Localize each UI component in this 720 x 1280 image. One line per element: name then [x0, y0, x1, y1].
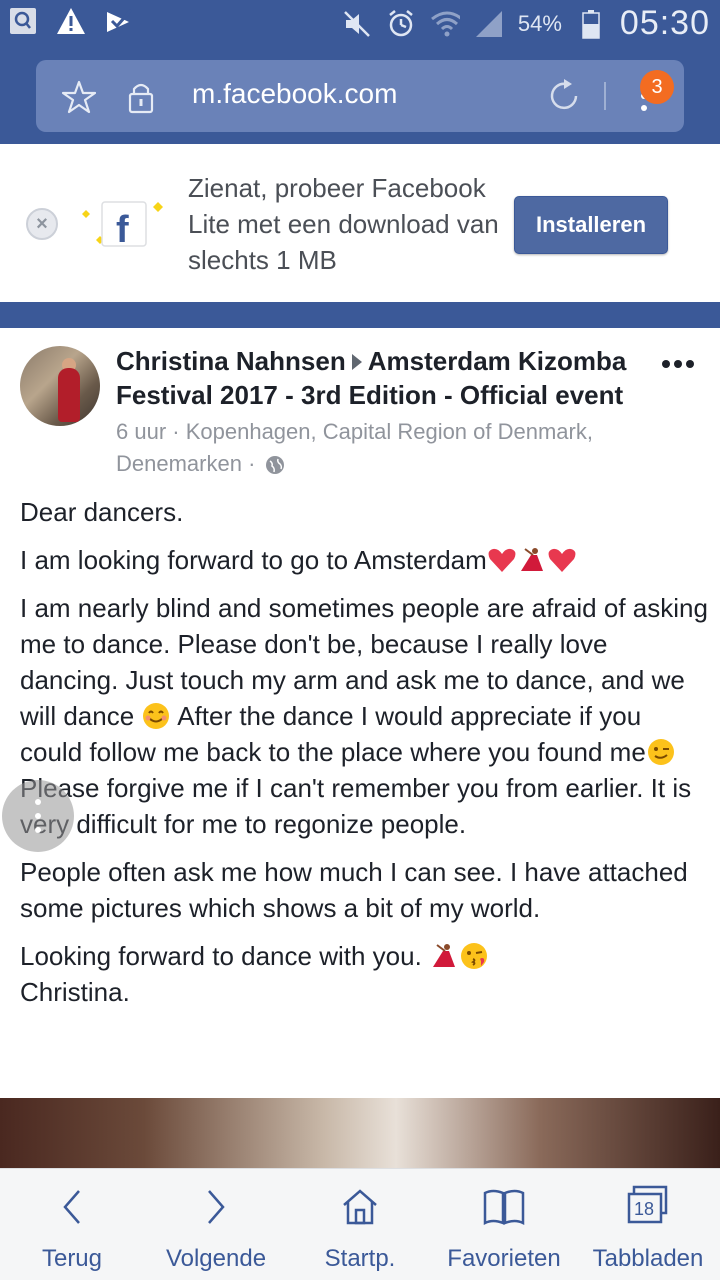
mute-icon [342, 9, 372, 39]
lite-promo-text: Zienat, probeer Facebook Lite met een do… [188, 173, 499, 275]
post-paragraph: I am looking forward to go to Amsterdam [20, 542, 710, 578]
feed-post: Christina Nahnsen Amsterdam Kizomba Festi… [0, 328, 720, 1168]
post-text: Looking forward to dance with you. [20, 941, 422, 971]
avatar[interactable] [20, 346, 100, 426]
tabs-button[interactable]: 18 Tabbladen [576, 1169, 720, 1280]
globe-icon [265, 456, 284, 475]
tabs-label: Tabbladen [592, 1245, 704, 1272]
forward-label: Volgende [165, 1245, 267, 1272]
dancer-emoji-icon [517, 545, 547, 575]
shared-to-arrow-icon [351, 354, 362, 371]
post-text: Christina. [20, 977, 130, 1007]
browser-toolbar: m.facebook.com 3 [0, 52, 720, 144]
favorites-button[interactable]: Favorieten [432, 1169, 576, 1280]
svg-text:f: f [116, 209, 129, 251]
home-label: Startp. [324, 1245, 396, 1272]
chevron-left-icon [50, 1185, 94, 1229]
post-meta: 6 uur · Kopenhagen, Capital Region of De… [116, 419, 593, 476]
wifi-icon [430, 9, 460, 39]
tab-count: 18 [634, 1199, 655, 1219]
facebook-lite-logo-icon: f [80, 196, 170, 256]
check-icon [104, 6, 134, 36]
url-text[interactable]: m.facebook.com [192, 78, 397, 110]
chevron-right-icon [194, 1185, 238, 1229]
post-paragraph: People often ask me how much I can see. … [20, 857, 688, 923]
forward-button[interactable]: Volgende [144, 1169, 288, 1280]
home-icon [338, 1185, 382, 1229]
feed-header-strip [0, 302, 720, 328]
signal-icon [474, 9, 504, 39]
lock-icon [124, 80, 158, 119]
address-bar[interactable]: m.facebook.com 3 [36, 60, 684, 132]
post-paragraph: Looking forward to dance with you. Chris… [20, 938, 710, 1010]
reload-icon[interactable] [546, 78, 582, 119]
battery-percentage: 54% [517, 10, 562, 36]
favorites-label: Favorieten [447, 1245, 561, 1272]
post-header: Christina Nahnsen Amsterdam Kizomba Festi… [116, 344, 656, 412]
post-text: I am looking forward to go to Amsterdam [20, 545, 487, 575]
heart-emoji-icon [487, 545, 517, 575]
clock: 05:30 [619, 4, 710, 42]
tabs-icon: 18 [626, 1185, 670, 1229]
home-button[interactable]: Startp. [288, 1169, 432, 1280]
post-text: Please forgive me if I can't remember yo… [20, 773, 692, 839]
status-bar: 54% 05:30 [0, 0, 720, 52]
floating-scroll-handle[interactable] [2, 780, 74, 852]
back-label: Terug [41, 1245, 103, 1272]
screen-capture-icon [8, 6, 38, 36]
back-button[interactable]: Terug [0, 1169, 144, 1280]
bookmark-star-icon[interactable] [61, 80, 97, 119]
toolbar-divider [604, 82, 606, 110]
author-name-link[interactable]: Christina Nahnsen [116, 346, 346, 376]
post-paragraph: I am nearly blind and sometimes people a… [20, 590, 710, 842]
post-options-icon[interactable] [662, 360, 694, 368]
notification-badge: 3 [640, 70, 674, 104]
smiling-emoji-icon [141, 701, 171, 731]
attached-photo[interactable] [0, 1098, 720, 1170]
post-location[interactable]: Kopenhagen, Capital Region of Denmark, D… [116, 419, 593, 476]
winking-emoji-icon [646, 737, 676, 767]
warning-icon [56, 6, 86, 36]
heart-emoji-icon [547, 545, 577, 575]
book-icon [482, 1185, 526, 1229]
post-body: Dear dancers. I am looking forward to go… [20, 494, 710, 1022]
dancer-emoji-icon [429, 941, 459, 971]
install-button[interactable]: Installeren [514, 196, 668, 254]
close-icon[interactable]: × [26, 208, 58, 240]
facebook-lite-banner: × f Zienat, probeer Facebook Lite met ee… [0, 144, 720, 302]
post-timestamp[interactable]: 6 uur [116, 419, 166, 444]
post-paragraph: Dear dancers. [20, 497, 184, 527]
battery-icon [576, 9, 606, 39]
browser-bottom-nav: Terug Volgende Startp. Favorieten 18 Tab… [0, 1168, 720, 1280]
alarm-icon [386, 9, 416, 39]
kiss-emoji-icon [459, 941, 489, 971]
